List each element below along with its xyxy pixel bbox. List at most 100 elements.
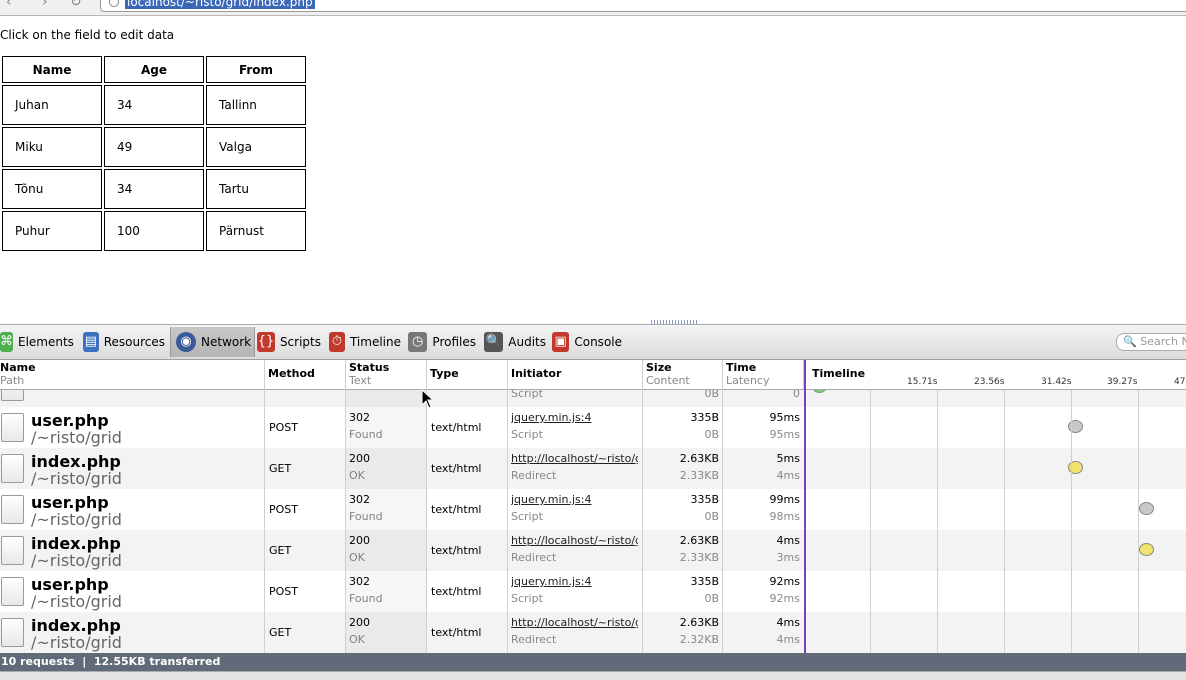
console-icon: ▣ [552,332,570,352]
grid-cell[interactable]: Valga [206,127,306,167]
table-row[interactable]: index.php/~risto/grid GET 200 OK text/html ht… [0,530,1186,571]
table-row[interactable]: user.php/~risto/grid POST 302 Found text/htm… [0,571,1186,612]
col-size[interactable]: Size Content [643,360,723,389]
col-initiator[interactable]: Initiator [508,360,643,389]
grid-row: Tõnu 34 Tartu [2,169,306,209]
status-summary: 10 requests | 12.55KB transferred [1,655,221,668]
tab-timeline[interactable]: ⏱ Timeline [329,327,401,357]
grid-row: Miku 49 Valga [2,127,306,167]
grid-cell[interactable]: Puhur [2,211,102,251]
scripts-icon: {} [257,332,275,352]
network-status-bar: 10 requests | 12.55KB transferred [0,653,1186,671]
grid-cell[interactable]: Tartu [206,169,306,209]
request-path: /~risto/grid [31,469,122,488]
timeline-gridline [937,390,938,653]
tab-elements[interactable]: ⌘ Elements [0,327,74,357]
profiles-icon: ◷ [408,332,428,352]
network-icon: ◉ [176,332,196,352]
col-timeline-label: Timeline [812,367,866,380]
col-method[interactable]: Method [265,360,346,389]
col-text-label: Text [349,374,372,387]
devtools-toolbar: ⌘ Elements ▤ Resources ◉ Network {} Scri… [0,325,1186,360]
col-initiator-label: Initiator [511,367,562,380]
timeline-dot [1139,543,1154,556]
reload-icon[interactable]: ↻ [70,0,82,10]
address-bar[interactable]: localhost/~risto/grid/index.php [100,0,1186,12]
tab-label: Elements [18,335,74,349]
grid-header-row: Name Age From [2,56,306,83]
forward-icon[interactable]: › [42,0,48,10]
timeline-icon: ⏱ [329,332,345,352]
network-request-list: Script 0B 0 user.php/~risto/grid POST 302 F… [0,390,1186,653]
request-path: /~risto/grid [31,592,122,611]
timeline-gridline [870,390,871,653]
request-method: GET [269,626,292,639]
grid-header-name: Name [2,56,102,83]
audits-icon: 🔍 [484,332,504,352]
timeline-gridline [1071,390,1072,653]
grid-cell[interactable]: Pärnust [206,211,306,251]
page-info-icon [109,0,119,7]
tab-label: Console [574,335,622,349]
address-bar-url[interactable]: localhost/~risto/grid/index.php [125,0,315,9]
file-icon [1,536,24,565]
timeline-divider[interactable] [804,360,806,671]
grid-cell[interactable]: 49 [104,127,204,167]
column-divider [264,360,265,653]
tab-console[interactable]: ▣ Console [552,327,622,357]
tab-resources[interactable]: ▤ Resources [83,327,165,357]
col-latency-label: Latency [726,374,770,387]
grid-cell[interactable]: Tõnu [2,169,102,209]
col-name[interactable]: Name Path [0,360,265,389]
tab-label: Timeline [349,335,401,349]
request-path: /~risto/grid [31,428,122,447]
col-type[interactable]: Type [427,360,508,389]
back-icon[interactable]: ‹ [6,0,12,10]
file-icon [1,390,24,401]
col-status[interactable]: Status Text [346,360,427,389]
column-divider [507,360,508,653]
table-row[interactable]: user.php/~risto/grid POST 302 Found text/htm… [0,489,1186,530]
col-path-label: Path [0,374,25,387]
col-type-label: Type [430,367,459,380]
col-timeline[interactable]: Timeline 15.71s 23.56s 31.42s 39.27s 47 [806,360,1186,389]
grid-cell[interactable]: 34 [104,169,204,209]
grid-cell[interactable]: Miku [2,127,102,167]
table-row[interactable]: user.php/~risto/grid POST 302 Found text/htm… [0,407,1186,448]
col-status-label: Status [349,361,390,374]
status-column-shade [346,390,426,653]
request-path: /~risto/grid [31,510,122,529]
search-input[interactable]: 🔍 Search Ne [1116,333,1186,351]
timeline-dot [812,390,827,393]
table-row[interactable]: Script 0B 0 [0,390,1186,407]
resources-icon: ▤ [83,332,99,352]
file-icon [1,618,24,647]
column-divider [345,360,346,653]
tab-label: Resources [103,335,165,349]
tab-scripts[interactable]: {} Scripts [257,327,321,357]
table-row[interactable]: index.php/~risto/grid GET 200 OK text/html ht… [0,612,1186,653]
request-path: /~risto/grid [31,633,122,652]
timeline-gridline [1138,390,1139,653]
timeline-tick: 39.27s [1107,377,1138,387]
file-icon [1,577,24,606]
tab-audits[interactable]: 🔍 Audits [484,327,546,357]
tab-network[interactable]: ◉ Network [170,327,255,357]
tab-label: Scripts [279,335,321,349]
timeline-tick: 47 [1174,377,1186,387]
timeline-tick: 23.56s [974,377,1005,387]
tab-profiles[interactable]: ◷ Profiles [408,327,476,357]
grid-cell[interactable]: Tallinn [206,85,306,125]
grid-row: Juhan 34 Tallinn [2,85,306,125]
grid-cell[interactable]: Juhan [2,85,102,125]
col-name-label: Name [0,361,36,374]
col-size-label: Size [646,361,672,374]
grid-cell[interactable]: 34 [104,85,204,125]
grid-header-age: Age [104,56,204,83]
grid-cell[interactable]: 100 [104,211,204,251]
col-content-label: Content [646,374,690,387]
col-method-label: Method [268,367,315,380]
table-row[interactable]: index.php/~risto/grid GET 200 OK text/html ht… [0,448,1186,489]
col-time[interactable]: Time Latency [723,360,804,389]
data-grid: Name Age From Juhan 34 Tallinn Miku 49 V… [0,54,308,253]
